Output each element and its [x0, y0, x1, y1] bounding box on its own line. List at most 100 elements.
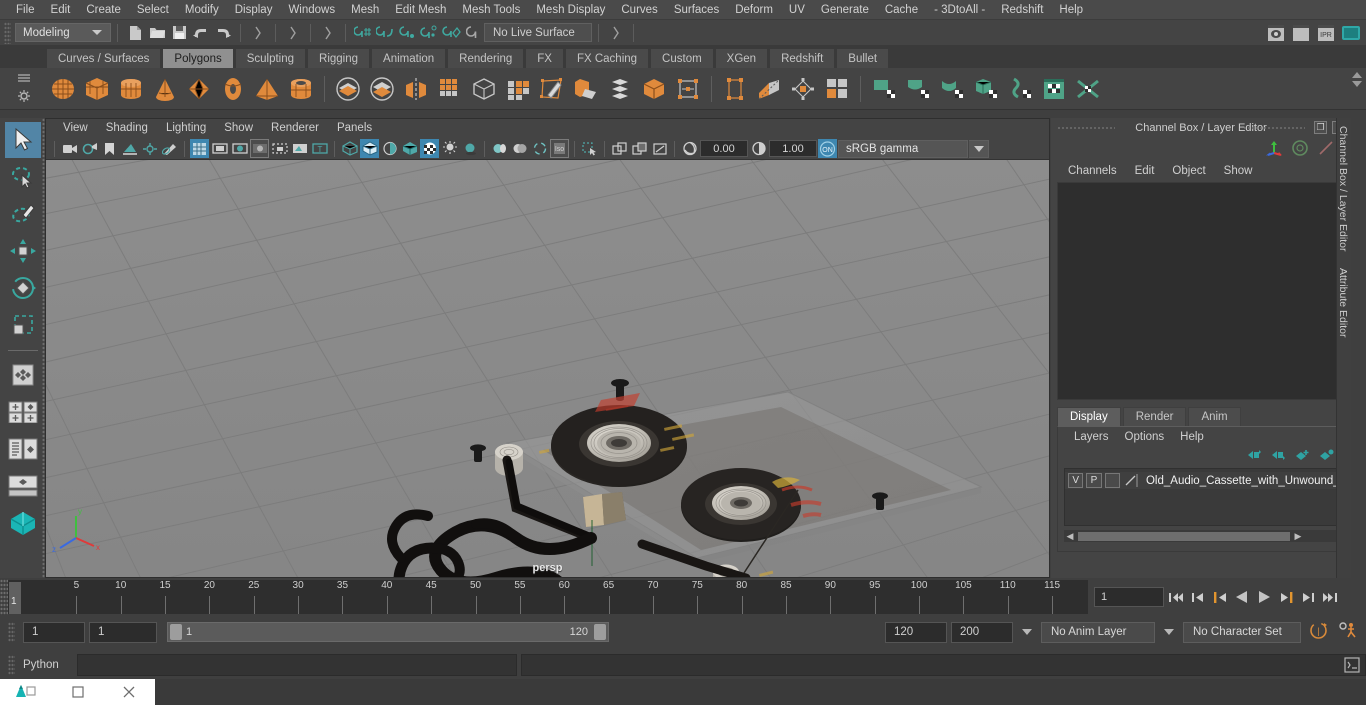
new-scene-icon[interactable]: [124, 22, 146, 44]
gamma-icon[interactable]: [749, 139, 768, 158]
close-icon[interactable]: [103, 679, 155, 705]
outliner-panel-icon[interactable]: [5, 431, 41, 467]
detach-components-icon[interactable]: [820, 72, 854, 106]
layer-color-swatch[interactable]: [1123, 473, 1139, 488]
menu-item-cache[interactable]: Cache: [877, 0, 926, 20]
auto-keyframe-icon[interactable]: |: [1309, 621, 1328, 643]
scroll-up-icon[interactable]: [1352, 72, 1362, 78]
separate-icon[interactable]: [365, 72, 399, 106]
select-tool[interactable]: [4, 122, 41, 158]
maya-app-icon[interactable]: [0, 679, 52, 705]
scroll-down-icon[interactable]: [1352, 81, 1362, 87]
layer-menu-item-options[interactable]: Options: [1117, 431, 1173, 443]
shelf-tab-custom[interactable]: Custom: [650, 48, 714, 68]
menu-item-3dtoall[interactable]: - 3DtoAll -: [926, 0, 993, 20]
sculpt-geometry-icon[interactable]: [718, 72, 752, 106]
anim-layer-field[interactable]: No Anim Layer: [1041, 621, 1155, 643]
scrollbar-thumb[interactable]: [1078, 531, 1290, 541]
poly-torus-icon[interactable]: [216, 72, 250, 106]
menu-item-surfaces[interactable]: Surfaces: [666, 0, 727, 20]
rotate-tool[interactable]: [5, 270, 41, 306]
range-slider-right-grip[interactable]: [594, 624, 606, 640]
play-forwards-icon[interactable]: [1254, 586, 1274, 608]
snap-to-point-icon[interactable]: [396, 22, 418, 44]
step-back-keyframe-icon[interactable]: [1188, 586, 1208, 608]
smooth-shade-icon[interactable]: [360, 139, 379, 158]
lasso-select-tool[interactable]: [5, 159, 41, 195]
menu-item-edit[interactable]: Edit: [43, 0, 79, 20]
shelf-tab-bullet[interactable]: Bullet: [836, 48, 890, 68]
view-transform-dropdown-arrow[interactable]: [969, 139, 989, 158]
uv-unfold-icon[interactable]: [1071, 72, 1105, 106]
current-frame-field[interactable]: 1: [1094, 587, 1164, 607]
menu-item-file[interactable]: File: [8, 0, 43, 20]
poly-cone-icon[interactable]: [148, 72, 182, 106]
layer-tab-display[interactable]: Display: [1057, 407, 1121, 426]
snap-toggle-grid[interactable]: [5, 394, 41, 430]
display-textures-icon[interactable]: [650, 139, 669, 158]
rotate-manip-icon[interactable]: [1291, 139, 1309, 160]
menu-item-select[interactable]: Select: [129, 0, 177, 20]
bookmark-icon[interactable]: [100, 139, 119, 158]
step-back-frame-icon[interactable]: [1210, 586, 1230, 608]
smooth-icon[interactable]: [603, 72, 637, 106]
command-language-label[interactable]: Python: [23, 659, 73, 671]
anim-layer-dropdown-arrow[interactable]: [1022, 629, 1032, 635]
channel-box-list[interactable]: [1057, 182, 1345, 400]
lock-camera-icon[interactable]: [80, 139, 99, 158]
menu-item-modify[interactable]: Modify: [177, 0, 227, 20]
go-to-end-icon[interactable]: [1320, 586, 1340, 608]
combine-icon[interactable]: [331, 72, 365, 106]
menu-item-display[interactable]: Display: [227, 0, 281, 20]
range-start-field[interactable]: 1: [89, 621, 157, 643]
light-toggle-icon[interactable]: [440, 139, 459, 158]
layer-shading-toggle[interactable]: [1104, 473, 1120, 488]
connect-components-icon[interactable]: [786, 72, 820, 106]
sidetab-channel-box[interactable]: Channel Box / Layer Editor: [1337, 118, 1349, 260]
isolate-select-icon[interactable]: Iso: [550, 139, 569, 158]
menu-item-create[interactable]: Create: [78, 0, 129, 20]
menu-item-curves[interactable]: Curves: [613, 0, 665, 20]
shelf-tab-fx[interactable]: FX: [525, 48, 564, 68]
shaded-wireframe-icon[interactable]: [380, 139, 399, 158]
render-current-frame-icon[interactable]: [1265, 22, 1287, 44]
layer-tab-anim[interactable]: Anim: [1188, 407, 1241, 426]
xray-joints-icon[interactable]: [610, 139, 629, 158]
shelf-tab-rendering[interactable]: Rendering: [447, 48, 525, 68]
exposure-icon[interactable]: [680, 139, 699, 158]
viewport-menu-item-lighting[interactable]: Lighting: [157, 119, 215, 138]
channel-menu-item-show[interactable]: Show: [1215, 165, 1262, 177]
layer-menu-item-help[interactable]: Help: [1172, 431, 1212, 443]
shelf-tab-polygons[interactable]: Polygons: [162, 48, 234, 68]
panel-drag-dots-right[interactable]: [1243, 126, 1305, 130]
channel-menu-item-edit[interactable]: Edit: [1126, 165, 1164, 177]
live-surface-field[interactable]: No Live Surface: [484, 23, 592, 42]
shelf-tab-xgen[interactable]: XGen: [714, 48, 769, 68]
range-bar-gripper[interactable]: [8, 622, 15, 642]
hypershade-icon[interactable]: [5, 505, 41, 541]
viewport-menu-item-shading[interactable]: Shading: [97, 119, 157, 138]
3d-viewport[interactable]: y x z persp: [46, 160, 1049, 577]
menu-item-help[interactable]: Help: [1051, 0, 1091, 20]
ipr-render-icon[interactable]: [1290, 22, 1312, 44]
mirror-icon[interactable]: [399, 72, 433, 106]
snap-to-curve-icon[interactable]: [374, 22, 396, 44]
redo-icon[interactable]: [212, 22, 234, 44]
maximize-icon[interactable]: [52, 679, 104, 705]
scroll-right-icon[interactable]: ▶: [1292, 531, 1304, 542]
shelf-options-gripper[interactable]: [14, 70, 34, 106]
move-layer-up-icon[interactable]: [1247, 449, 1262, 464]
poly-sphere-icon[interactable]: [46, 72, 80, 106]
command-input[interactable]: [76, 654, 517, 676]
command-result-field[interactable]: [520, 654, 1366, 676]
scale-tool[interactable]: [5, 307, 41, 343]
layer-menu-item-layers[interactable]: Layers: [1066, 431, 1117, 443]
animation-start-field[interactable]: 1: [23, 621, 85, 643]
poly-platonic-icon[interactable]: [182, 72, 216, 106]
uv-cylindrical-icon[interactable]: [935, 72, 969, 106]
paint-select-tool[interactable]: [5, 196, 41, 232]
shelf-tab-redshift[interactable]: Redshift: [769, 48, 836, 68]
multisample-icon[interactable]: [530, 139, 549, 158]
go-to-start-icon[interactable]: [1166, 586, 1186, 608]
view-transform-field[interactable]: sRGB gamma: [838, 139, 968, 158]
